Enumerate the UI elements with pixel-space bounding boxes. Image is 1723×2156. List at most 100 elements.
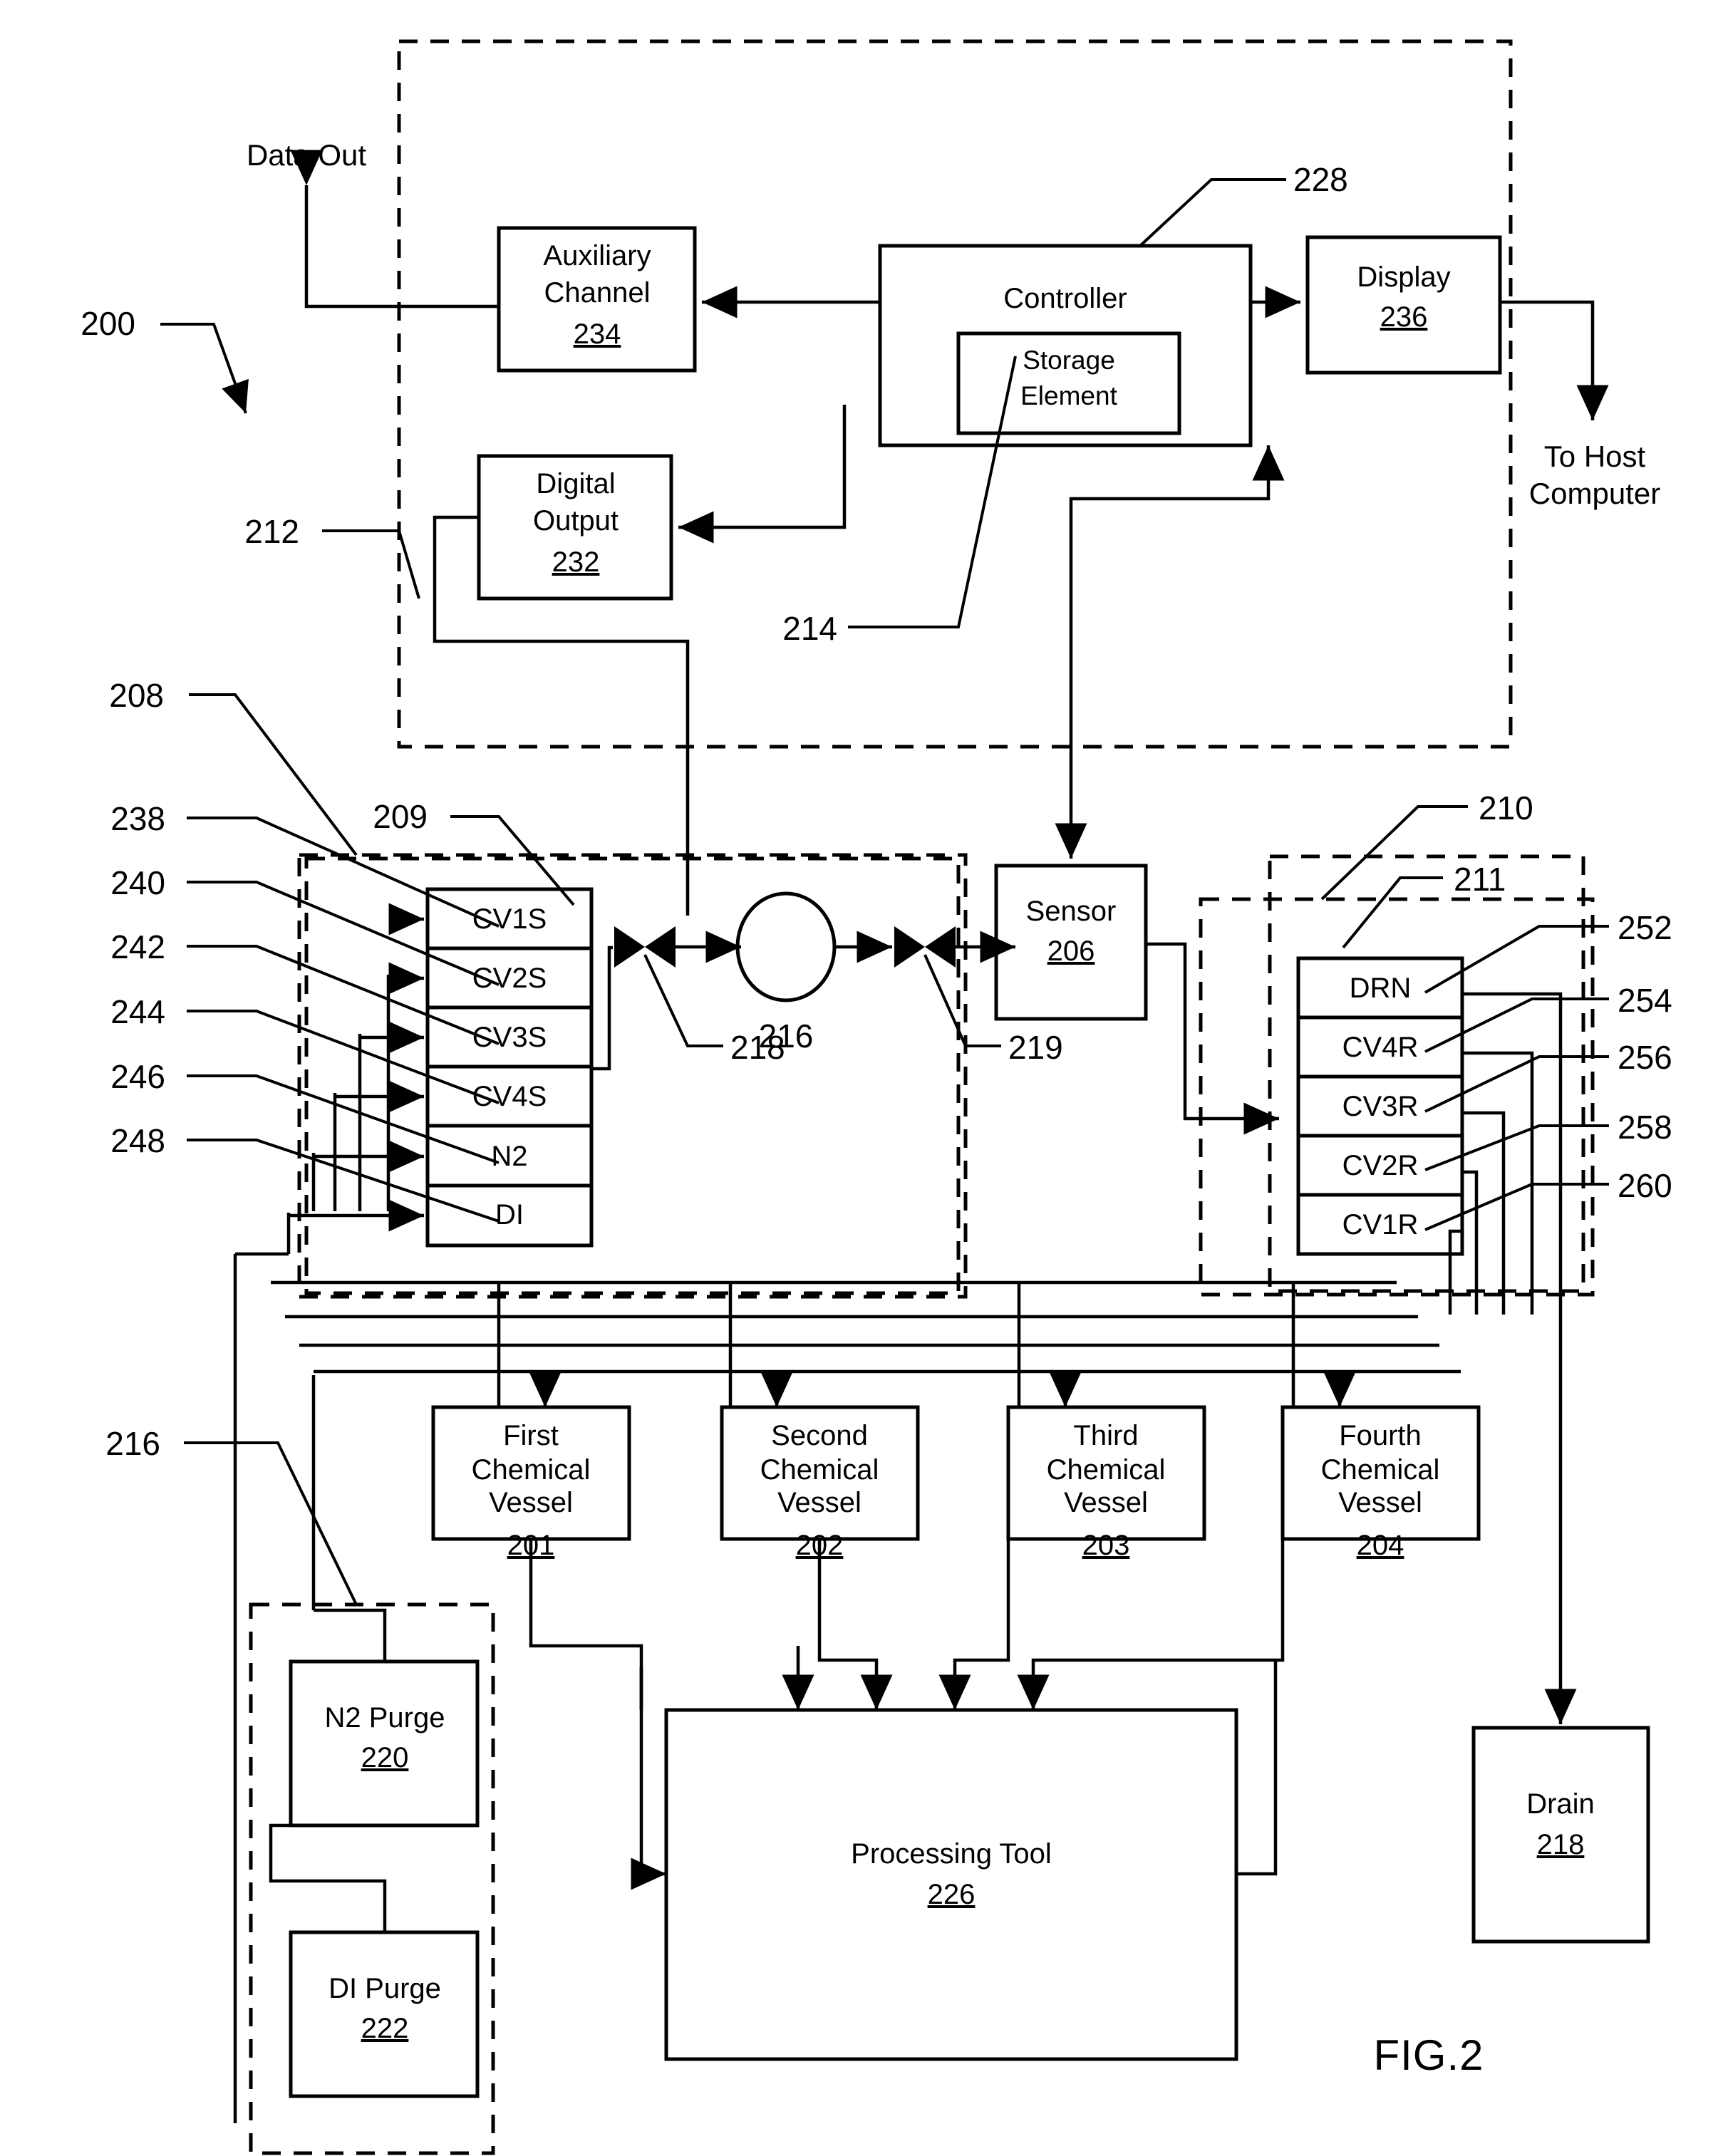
return-valve-label-cv3r[interactable]: CV3R: [1342, 1091, 1419, 1122]
ref-260: 260: [1618, 1167, 1672, 1204]
to-host-label-1: To Host: [1544, 440, 1646, 473]
controller-to-digital-output-wire: [678, 405, 847, 544]
vessel4-label-3: Vessel: [1338, 1487, 1422, 1518]
sensor-to-return-wire: [1146, 942, 1279, 1135]
supply-valve-bank-boundary: [304, 856, 961, 1295]
tool-right-return-wire: [1236, 1660, 1278, 1876]
ref-209: 209: [373, 798, 428, 835]
ref-214-leader: [848, 356, 1017, 628]
vessel2-out-wire: [817, 1539, 893, 1710]
ref-208: 208: [109, 677, 164, 714]
vessel3-label-1: Third: [1073, 1420, 1138, 1451]
return-valve-label-cv4r[interactable]: CV4R: [1342, 1032, 1419, 1063]
ref-260-leader: [1424, 1183, 1609, 1231]
supply-outlet-wire: [591, 945, 613, 1071]
ref-216-purge: 216: [105, 1425, 160, 1462]
valve-218-icon: [614, 926, 676, 968]
n2-purge-top-wire: [314, 1608, 387, 1662]
data-out-label: Data Out: [247, 138, 366, 172]
vessel3-label-2: Chemical: [1047, 1454, 1166, 1486]
vessel1-label-3: Vessel: [489, 1487, 573, 1518]
ref-228: 228: [1293, 161, 1348, 198]
ref-200-leader: [160, 323, 249, 414]
ref-244: 244: [110, 993, 165, 1030]
supply-bus-2: [386, 975, 399, 1211]
ref-242: 242: [110, 928, 165, 965]
supply-valve-label-n2[interactable]: N2: [491, 1141, 527, 1172]
ref-212: 212: [244, 513, 299, 550]
ref-210: 210: [1479, 789, 1533, 826]
vessel4-ref: 204: [1357, 1530, 1404, 1561]
vessel4-label-2: Chemical: [1321, 1454, 1440, 1486]
tool-left-return-wire: [631, 1667, 666, 1890]
vessel2-label-1: Second: [771, 1420, 868, 1451]
vessel1-label-1: First: [503, 1420, 559, 1451]
digital-output-ref: 232: [552, 546, 600, 578]
drain-label: Drain: [1526, 1788, 1595, 1820]
vessel3-out-wire: [938, 1539, 1010, 1710]
processing-tool-ref: 226: [928, 1879, 976, 1910]
valve-219-icon: [894, 926, 956, 968]
ref-258-leader: [1424, 1124, 1609, 1171]
n2-purge-ref: 220: [361, 1742, 409, 1773]
vessel4-label-1: Fourth: [1339, 1420, 1422, 1451]
ref-246-leader: [187, 1074, 500, 1164]
figure-name: FIG.2: [1373, 2031, 1484, 2079]
ref-238: 238: [110, 800, 165, 837]
auxiliary-channel-label-2: Channel: [544, 277, 650, 309]
di-purge-ref: 222: [361, 2013, 409, 2044]
cv4r-outlet-wire: [1462, 1051, 1534, 1315]
mixer-circle: [735, 891, 837, 1002]
return-valve-bank-boundary: [1268, 854, 1585, 1293]
ref-258: 258: [1618, 1109, 1672, 1146]
ref-211-leader: [1342, 876, 1443, 949]
ref-200: 200: [81, 305, 135, 342]
sensor-ref: 206: [1047, 936, 1095, 967]
n2-to-di-purge-wire: [269, 1823, 387, 1932]
ref-218-leader: [643, 954, 723, 1047]
ref-208-leader: [189, 693, 358, 856]
supply-valve-label-di[interactable]: DI: [495, 1199, 524, 1230]
ref-254-leader: [1424, 997, 1609, 1053]
ref-219-leader: [923, 954, 1001, 1047]
return-valve-label-cv2r[interactable]: CV2R: [1342, 1150, 1419, 1181]
di-purge-label: DI Purge: [328, 1973, 441, 2004]
storage-element-label-2: Element: [1020, 381, 1117, 410]
return-valve-label-drn[interactable]: DRN: [1350, 973, 1412, 1004]
patent-figure-2: Data Out Auxiliary Channel 234 Controlle…: [81, 39, 1672, 2155]
display-ref: 236: [1380, 301, 1428, 333]
ref-252: 252: [1618, 909, 1672, 946]
controller-label: Controller: [1003, 283, 1127, 314]
to-host-label-2: Computer: [1529, 477, 1660, 510]
return-valve-label-cv1r[interactable]: CV1R: [1342, 1209, 1419, 1240]
ref-216-inline: 216: [759, 1017, 814, 1054]
auxiliary-channel-ref: 234: [574, 318, 621, 350]
n2-purge-label: N2 Purge: [325, 1702, 445, 1733]
storage-element-label-1: Storage: [1023, 346, 1115, 375]
ref-246: 246: [110, 1058, 165, 1095]
purge-subsystem-boundary: [249, 1602, 495, 2155]
vessel2-label-2: Chemical: [760, 1454, 879, 1486]
vessel1-out-wire: [529, 1539, 643, 1710]
sensor-label: Sensor: [1026, 896, 1117, 927]
ref-238-leader: [187, 817, 500, 928]
data-out-wire: [290, 150, 499, 309]
vessel3-ref: 203: [1082, 1530, 1130, 1561]
ref-214: 214: [782, 610, 837, 647]
ref-256: 256: [1618, 1039, 1672, 1076]
ref-256-leader: [1424, 1055, 1609, 1113]
cv1r-outlet-wire: [1448, 1229, 1462, 1315]
ref-216-leader: [184, 1441, 358, 1605]
vessel2-label-3: Vessel: [777, 1487, 862, 1518]
digital-output-label-2: Output: [533, 505, 619, 537]
drain-ref: 218: [1537, 1829, 1585, 1860]
ref-242-leader: [187, 945, 500, 1045]
vessel4-out-wire: [1017, 1539, 1285, 1710]
ref-209-leader: [450, 815, 575, 906]
digital-output-label-1: Digital: [536, 468, 615, 499]
vessel1-label-2: Chemical: [472, 1454, 591, 1486]
ref-211: 211: [1454, 861, 1506, 898]
sensor-to-controller-wire: [1069, 445, 1285, 747]
processing-tool-label: Processing Tool: [851, 1838, 1052, 1870]
ref-212-leader: [322, 529, 420, 599]
